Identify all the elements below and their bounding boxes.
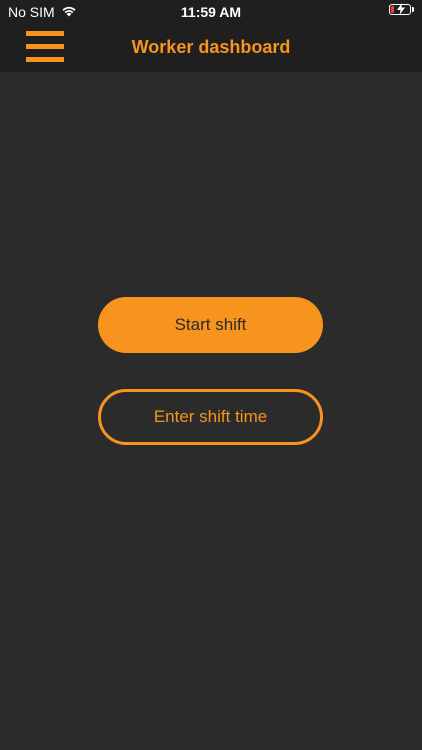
start-shift-button[interactable]: Start shift [98,297,323,353]
status-right [389,3,414,15]
nav-bar: Worker dashboard [0,24,422,73]
battery-icon [389,3,411,15]
page-title: Worker dashboard [131,37,291,57]
enter-shift-time-button[interactable]: Enter shift time [98,389,323,445]
status-bar: No SIM 11:59 AM [0,0,422,24]
battery-tip [412,7,414,12]
status-time: 11:59 AM [180,4,242,20]
menu-bar-top [26,31,64,36]
charging-bolt-icon [397,3,405,15]
battery-level [391,6,394,13]
worker-dashboard-screen: No SIM 11:59 AM Worker dashboard Start s… [0,0,422,750]
